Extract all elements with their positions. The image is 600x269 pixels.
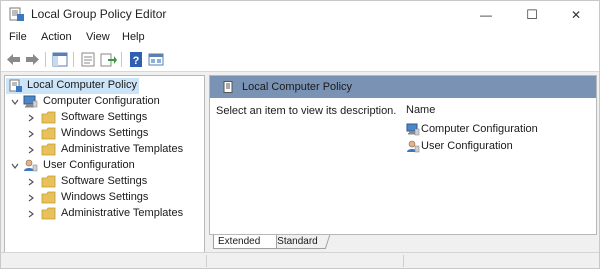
tree-node-user-windows-settings[interactable]: Windows Settings [6,190,196,206]
chevron-down-icon[interactable] [11,98,19,106]
tree-node-software-settings[interactable]: Software Settings [6,110,196,126]
chevron-right-icon[interactable] [27,146,35,154]
computer-icon [23,95,38,108]
show-hide-console-tree-icon[interactable] [51,51,69,68]
title-bar[interactable]: Local Group Policy Editor — ☐ ✕ [1,1,599,28]
group-policy-app-icon [9,7,24,21]
list-item-computer-configuration[interactable]: Computer Configuration [406,122,546,137]
close-icon: ✕ [570,7,582,22]
back-arrow-icon[interactable] [5,51,23,68]
folder-icon [41,111,56,124]
maximize-icon: ☐ [526,6,538,22]
policy-document-icon [223,81,233,93]
chevron-right-icon[interactable] [27,194,35,202]
close-button[interactable]: ✕ [553,1,599,28]
menu-file[interactable]: File [9,31,27,43]
folder-icon [41,175,56,188]
view-tabs: Standard Extended [209,235,597,249]
svg-text:?: ? [133,55,140,67]
mmc-view-icon[interactable] [147,51,165,68]
chevron-right-icon[interactable] [27,210,35,218]
status-divider [206,255,207,267]
column-header-name[interactable]: Name [406,104,435,116]
tree-node-user-software-settings[interactable]: Software Settings [6,174,196,190]
folder-icon [41,191,56,204]
list-item-label: User Configuration [421,140,513,152]
minimize-icon: — [480,7,492,22]
chevron-down-icon[interactable] [11,162,19,170]
list-item-user-configuration[interactable]: User Configuration [406,139,516,154]
status-divider [403,255,404,267]
tree-node-windows-settings[interactable]: Windows Settings [6,126,196,142]
tab-extended-label: Extended [218,236,261,247]
folder-icon [41,143,56,156]
tree-node-user-configuration[interactable]: User Configuration [6,158,176,174]
properties-icon[interactable] [79,51,97,68]
user-icon [24,159,38,172]
export-list-icon[interactable] [99,51,117,68]
gpedit-window: Local Group Policy Editor — ☐ ✕ File Act… [0,0,600,269]
tree-label: Administrative Templates [61,143,184,155]
tree-node-administrative-templates[interactable]: Administrative Templates [6,142,201,158]
tree-label: Windows Settings [61,191,149,203]
tab-standard-label: Standard [277,236,318,247]
window-title: Local Group Policy Editor [31,7,167,21]
tree-node-user-administrative-templates[interactable]: Administrative Templates [6,206,201,222]
tree-node-computer-configuration[interactable]: Computer Configuration [6,94,176,110]
user-icon [407,140,420,153]
tab-extended[interactable]: Extended [213,235,277,249]
toolbar: ? [1,48,599,72]
details-header: Local Computer Policy [210,76,596,98]
policy-document-icon [9,79,22,92]
console-tree[interactable]: Local Computer Policy Computer Configura… [4,75,205,257]
description-text: Select an item to view its description. [216,105,397,117]
status-bar [1,252,599,268]
toolbar-separator [121,52,122,67]
folder-icon [41,207,56,220]
tree-label: User Configuration [43,159,135,171]
chevron-right-icon[interactable] [27,130,35,138]
menu-action[interactable]: Action [41,31,72,43]
folder-icon [41,127,56,140]
help-icon[interactable]: ? [127,51,145,68]
minimize-button[interactable]: — [463,1,509,28]
tree-label: Software Settings [61,111,148,123]
maximize-button[interactable]: ☐ [509,1,555,28]
tree-label: Administrative Templates [61,207,184,219]
tab-standard[interactable]: Standard [269,235,331,249]
tree-label: Local Computer Policy [27,79,138,91]
computer-icon [406,123,420,136]
tree-label: Windows Settings [61,127,149,139]
chevron-right-icon[interactable] [27,178,35,186]
tree-label: Computer Configuration [43,95,160,107]
forward-arrow-icon[interactable] [23,51,41,68]
toolbar-separator [45,52,46,67]
menu-help[interactable]: Help [122,31,145,43]
list-item-label: Computer Configuration [421,123,538,135]
tree-label: Software Settings [61,175,148,187]
toolbar-separator [73,52,74,67]
menu-bar: File Action View Help [1,28,599,48]
chevron-right-icon[interactable] [27,114,35,122]
tree-node-local-computer-policy[interactable]: Local Computer Policy [6,78,139,94]
menu-view[interactable]: View [86,31,110,43]
details-title: Local Computer Policy [242,81,353,93]
details-pane: Local Computer Policy Select an item to … [209,75,597,235]
